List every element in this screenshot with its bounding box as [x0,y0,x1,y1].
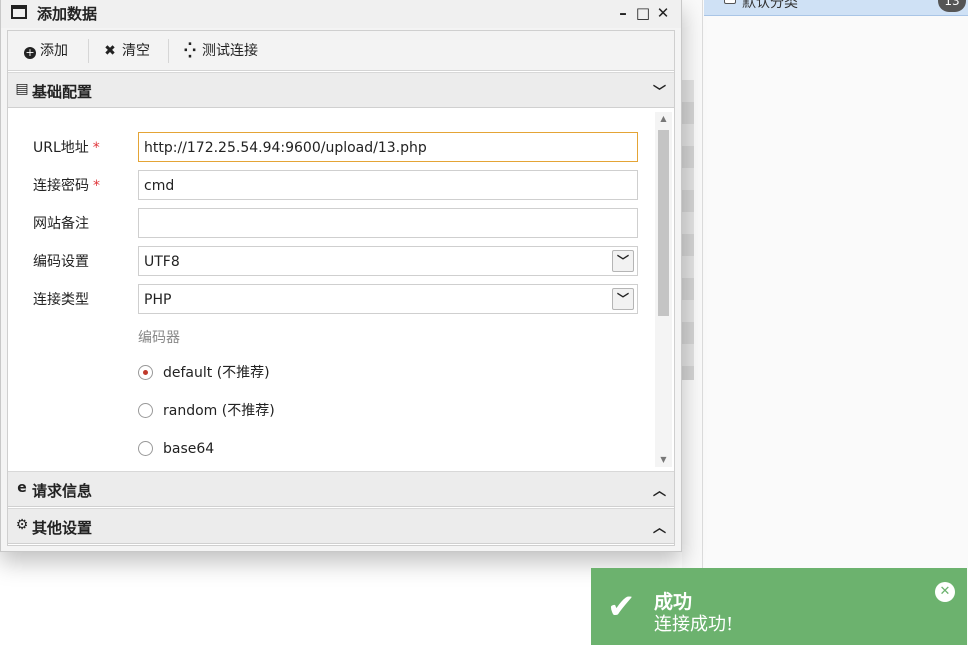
plus-circle-icon: + [24,46,36,59]
category-checkbox[interactable] [724,0,736,4]
toolbar-divider [88,39,89,63]
type-label: 连接类型 [33,292,89,308]
required-mark: * [93,178,100,194]
chevron-up-icon: ︿ [652,521,666,536]
encoding-select[interactable]: UTF8 ﹀ [138,246,638,276]
test-connection-label: 测试连接 [202,43,258,59]
background-stripes [682,80,694,380]
success-toast: ✔ 成功 连接成功! ✕ [591,568,967,645]
dialog-titlebar[interactable]: 添加数据 – □ ✕ [1,0,681,28]
maximize-button[interactable]: □ [635,3,651,23]
url-field[interactable]: http://172.25.54.94:9600/upload/13.php [138,132,638,162]
encoder-option-random[interactable]: random (不推荐) [138,401,275,421]
checkmark-icon: ✔ [607,587,636,627]
spinner-icon: ⁛ [183,43,197,59]
toolbar: + 添加 ✖ 清空 ⁛ 测试连接 [8,31,674,71]
encoder-title: 编码器 [138,330,180,346]
add-button[interactable]: + 添加 [24,40,68,62]
category-count-badge: 13 [938,0,966,12]
background-divider [702,0,703,645]
category-row-default[interactable]: 默认分类 13 [704,0,968,16]
password-field[interactable]: cmd [138,170,638,200]
add-button-label: 添加 [40,43,68,59]
minimize-button[interactable]: – [615,3,631,23]
radio-icon[interactable] [138,403,153,418]
category-label: 默认分类 [742,0,798,11]
toast-close-icon[interactable]: ✕ [935,582,955,602]
section-basic-config[interactable]: ▤ 基础配置 ﹀ [8,72,674,108]
scroll-up-arrow-icon[interactable]: ▲ [655,112,672,126]
connection-type-value: PHP [144,292,172,308]
scroll-thumb[interactable] [658,130,669,316]
encoding-label: 编码设置 [33,254,89,270]
required-mark: * [92,140,100,156]
dialog-title: 添加数据 [37,5,98,23]
encoder-option-default[interactable]: default (不推荐) [138,363,270,383]
chevron-down-icon[interactable]: ﹀ [612,250,634,272]
form-scrollbar[interactable]: ▲ ▼ [655,112,672,467]
close-button[interactable]: ✕ [655,3,671,23]
encoder-option-base64[interactable]: base64 [138,439,214,459]
section-basic-title: 基础配置 [32,83,93,101]
dialog-body: + 添加 ✖ 清空 ⁛ 测试连接 ▤ 基础配置 ﹀ URL地址 * http://172… [7,30,675,546]
url-label: URL地址 * [33,140,100,156]
section-request-info[interactable]: e 请求信息 ︿ [8,471,674,507]
background-panel [682,0,968,645]
section-request-title: 请求信息 [32,482,93,500]
chevron-down-icon: ﹀ [652,85,666,100]
note-label: 网站备注 [33,216,89,232]
clear-button[interactable]: ✖ 清空 [102,40,150,62]
toast-message: 连接成功! [654,614,734,635]
x-icon: ✖ [104,43,116,59]
password-label: 连接密码 * [33,178,100,194]
connection-type-select[interactable]: PHP ﹀ [138,284,638,314]
edge-browser-icon: e [17,480,27,496]
basic-config-form: URL地址 * http://172.25.54.94:9600/upload/1… [8,108,674,471]
clear-button-label: 清空 [122,43,150,59]
encoding-value: UTF8 [144,254,180,270]
toolbar-divider [168,39,169,63]
scroll-down-arrow-icon[interactable]: ▼ [655,453,672,467]
test-connection-button[interactable]: ⁛ 测试连接 [182,40,258,62]
note-field[interactable] [138,208,638,238]
chevron-up-icon: ︿ [652,484,666,499]
radio-selected-icon[interactable] [138,365,153,380]
gears-icon: ⚙ [15,517,29,533]
document-icon: ▤ [15,81,29,97]
add-data-dialog: 添加数据 – □ ✕ + 添加 ✖ 清空 ⁛ 测试连接 ▤ 基础配置 ﹀ URL地址 * [0,0,682,552]
section-other-title: 其他设置 [32,519,93,537]
window-icon [11,5,27,19]
radio-icon[interactable] [138,441,153,456]
section-other-settings[interactable]: ⚙ 其他设置 ︿ [8,508,674,544]
chevron-down-icon[interactable]: ﹀ [612,288,634,310]
